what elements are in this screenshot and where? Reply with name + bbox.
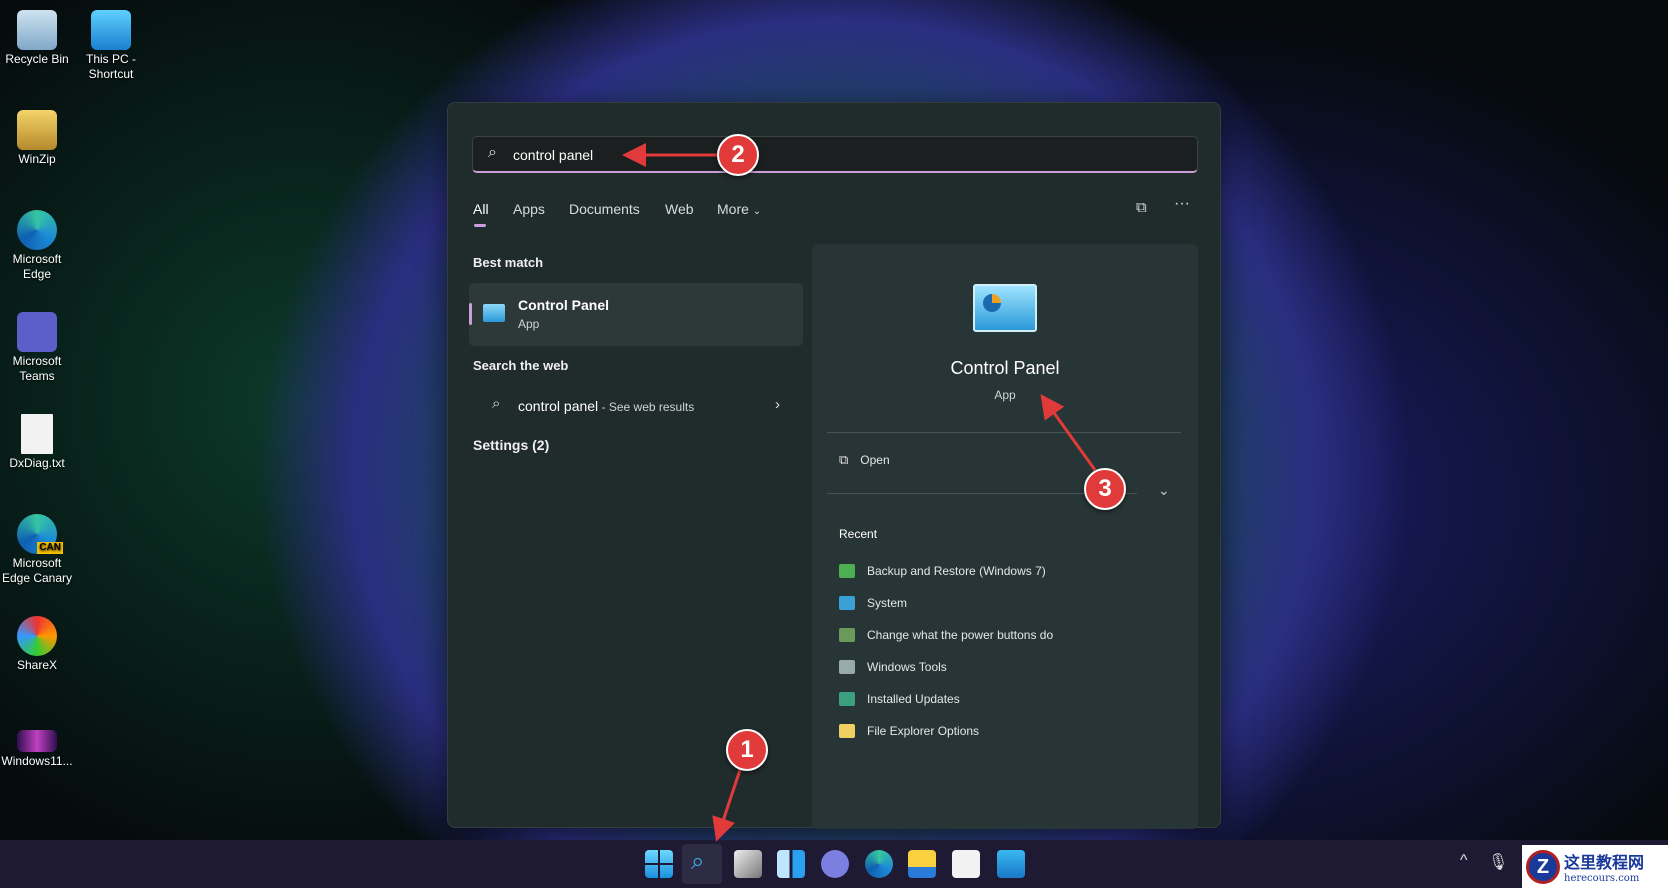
arrow-3 — [1040, 394, 1097, 471]
annotation-badge-2: 2 — [717, 134, 759, 176]
annotation-arrows — [622, 143, 1097, 842]
arrow-1 — [712, 769, 742, 842]
annotation-badge-3: 3 — [1084, 468, 1126, 510]
annotation-badge-1: 1 — [726, 729, 768, 771]
